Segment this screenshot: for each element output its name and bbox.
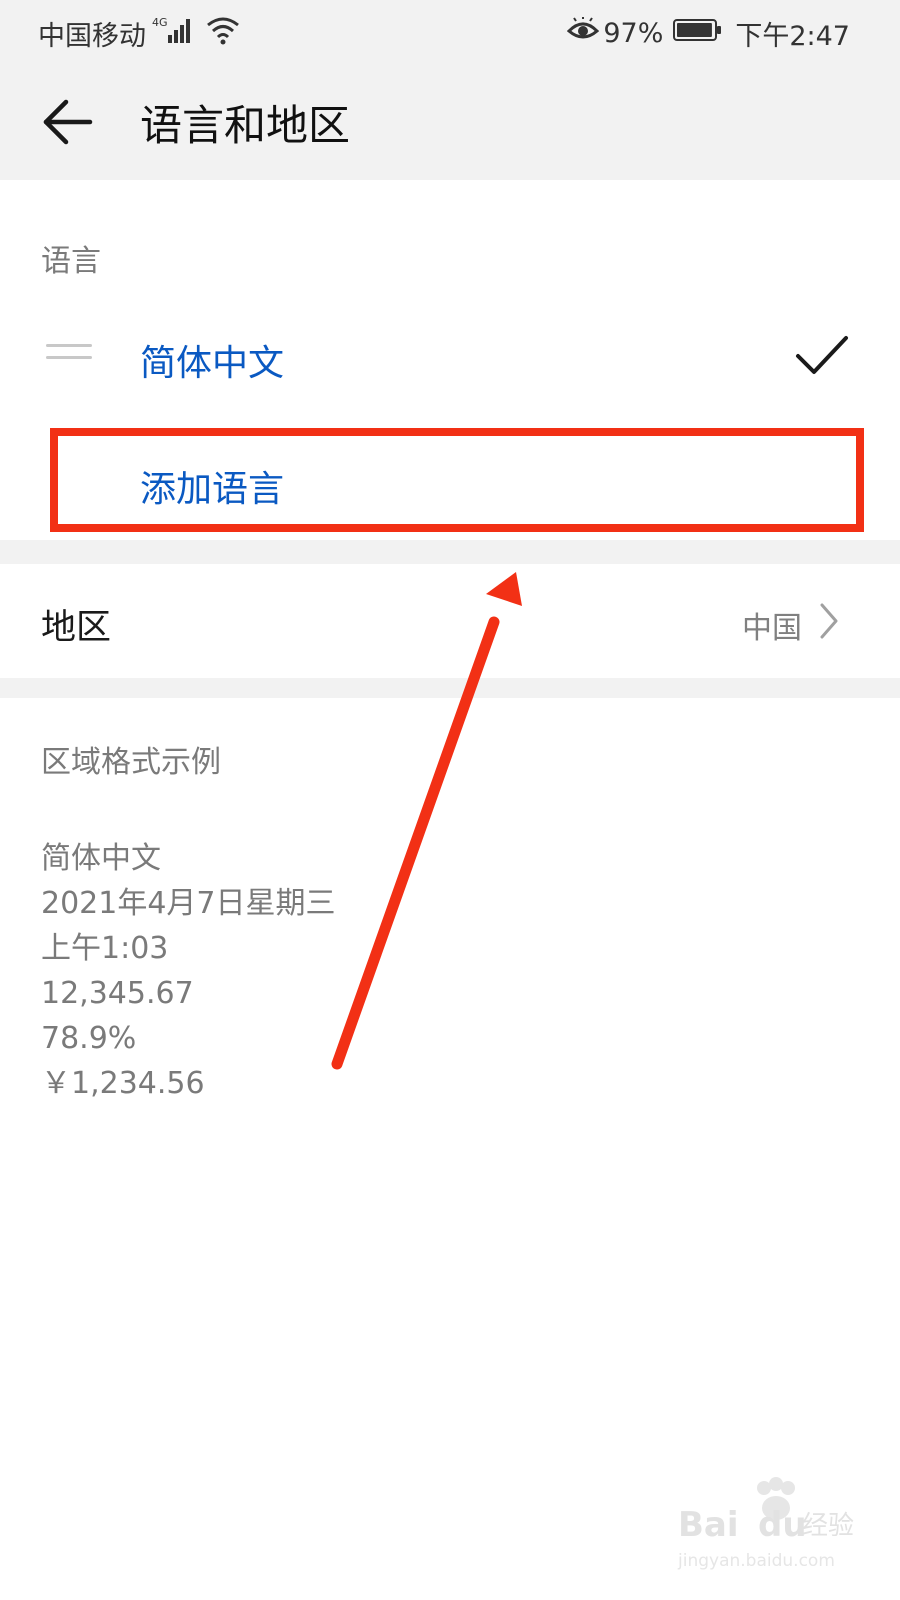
sample-time: 上午1:03 bbox=[41, 931, 169, 966]
signal-icon: 4G bbox=[152, 15, 200, 52]
annotation-highlight-box bbox=[50, 428, 864, 532]
sample-date: 2021年4月7日星期三 bbox=[41, 886, 336, 921]
section-divider bbox=[0, 678, 900, 698]
region-label: 地区 bbox=[41, 608, 112, 648]
svg-text:du: du bbox=[758, 1505, 807, 1545]
chevron-right-icon bbox=[820, 603, 838, 639]
status-right: 97% 下午2:47 bbox=[567, 14, 850, 53]
wifi-icon bbox=[206, 15, 240, 52]
battery-percent: 97% bbox=[603, 18, 664, 49]
clock: 下午2:47 bbox=[735, 21, 850, 52]
sample-currency: ￥1,234.56 bbox=[41, 1066, 205, 1101]
carrier-name: 中国移动 bbox=[38, 21, 146, 52]
region-row[interactable]: 地区 中国 bbox=[0, 565, 900, 677]
page-title: 语言和地区 bbox=[140, 101, 351, 150]
sample-number: 12,345.67 bbox=[41, 976, 194, 1011]
back-arrow-icon bbox=[43, 99, 93, 145]
battery-icon bbox=[673, 17, 723, 50]
format-sample-list: 简体中文 2021年4月7日星期三 上午1:03 12,345.67 78.9%… bbox=[41, 836, 336, 1106]
language-item[interactable]: 简体中文 bbox=[0, 310, 900, 420]
sample-percent: 78.9% bbox=[41, 1021, 137, 1056]
check-icon bbox=[796, 336, 848, 374]
svg-text:Bai: Bai bbox=[678, 1505, 739, 1545]
language-section-label: 语言 bbox=[41, 244, 101, 279]
baidu-watermark-logo: Bai du 经验 jingyan.baidu.com bbox=[676, 1474, 856, 1574]
status-bar: 中国移动 4G 97% 下午2:47 bbox=[0, 0, 900, 62]
language-item-name: 简体中文 bbox=[140, 343, 285, 384]
drag-handle-icon[interactable] bbox=[46, 344, 92, 360]
annotation-arrow bbox=[331, 572, 522, 1070]
section-divider bbox=[0, 540, 900, 564]
format-sample-label: 区域格式示例 bbox=[41, 745, 221, 780]
sample-language: 简体中文 bbox=[41, 841, 161, 876]
eye-comfort-icon bbox=[567, 16, 600, 50]
app-bar: 语言和地区 bbox=[0, 62, 900, 180]
network-type: 4G bbox=[152, 16, 168, 29]
region-value: 中国 bbox=[742, 611, 802, 646]
back-button[interactable] bbox=[30, 84, 106, 160]
status-left: 中国移动 4G bbox=[38, 14, 240, 53]
svg-text:经验: 经验 bbox=[802, 1511, 854, 1541]
svg-text:jingyan.baidu.com: jingyan.baidu.com bbox=[677, 1551, 835, 1571]
